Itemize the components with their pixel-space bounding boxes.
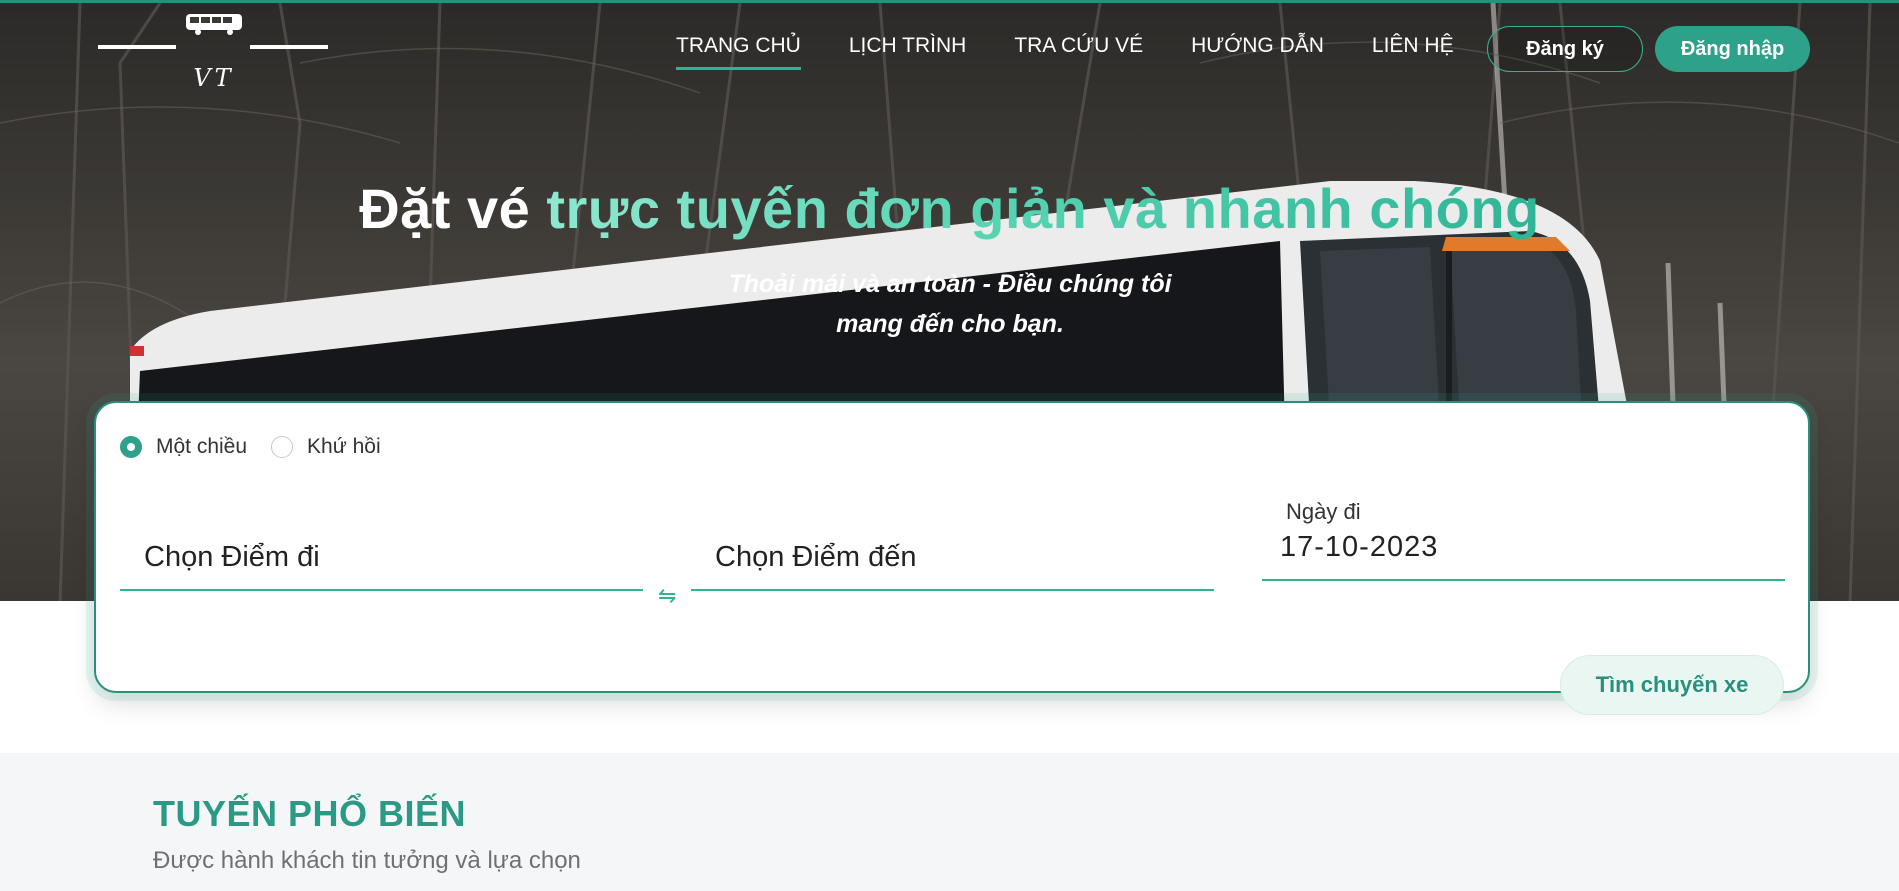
bus-icon bbox=[186, 14, 242, 35]
from-field[interactable]: Chọn Điểm đi bbox=[120, 531, 643, 591]
swap-arrows-icon[interactable]: ⇋ bbox=[658, 583, 676, 609]
popular-routes-section: TUYẾN PHỔ BIẾN Được hành khách tin tưởng… bbox=[0, 753, 1899, 891]
logo-line-right bbox=[250, 45, 328, 49]
nav-contact[interactable]: LIÊN HỆ bbox=[1372, 34, 1454, 70]
register-button[interactable]: Đăng ký bbox=[1487, 26, 1643, 72]
login-button[interactable]: Đăng nhập bbox=[1655, 26, 1810, 72]
trip-type-group: Một chiều Khứ hồi bbox=[120, 435, 405, 459]
headline-white: Đặt vé bbox=[359, 177, 547, 240]
date-field[interactable]: 17-10-2023 bbox=[1262, 515, 1785, 581]
nav-ticket-lookup[interactable]: TRA CỨU VÉ bbox=[1014, 34, 1143, 70]
nav-home[interactable]: TRANG CHỦ bbox=[676, 34, 801, 70]
nav-guide[interactable]: HƯỚNG DẪN bbox=[1191, 34, 1324, 70]
brand-logo[interactable]: VT bbox=[98, 8, 328, 98]
search-card: Một chiều Khứ hồi Chọn Điểm đi ⇋ Chọn Đi… bbox=[94, 401, 1810, 715]
radio-one-way-label[interactable]: Một chiều bbox=[156, 435, 247, 459]
logo-text: VT bbox=[193, 64, 235, 92]
hero-subtitle: Thoải mái và an toàn - Điều chúng tôi ma… bbox=[728, 270, 1172, 338]
from-placeholder: Chọn Điểm đi bbox=[144, 541, 320, 573]
section-title: TUYẾN PHỔ BIẾN bbox=[153, 793, 467, 834]
to-placeholder: Chọn Điểm đến bbox=[715, 541, 917, 573]
main-nav: TRANG CHỦ LỊCH TRÌNH TRA CỨU VÉ HƯỚNG DẪ… bbox=[676, 34, 1502, 70]
find-trip-button[interactable]: Tìm chuyến xe bbox=[1560, 655, 1784, 715]
radio-one-way[interactable] bbox=[120, 436, 142, 458]
radio-round-trip-label[interactable]: Khứ hồi bbox=[307, 435, 381, 459]
logo-line-left bbox=[98, 45, 176, 49]
section-subtitle: Được hành khách tin tưởng và lựa chọn bbox=[153, 847, 581, 874]
hero-headline: Đặt vé trực tuyến đơn giản và nhanh chón… bbox=[0, 176, 1899, 241]
date-value: 17-10-2023 bbox=[1280, 531, 1439, 563]
headline-green: trực tuyến đơn giản và nhanh chóng bbox=[546, 177, 1540, 240]
nav-schedule[interactable]: LỊCH TRÌNH bbox=[849, 34, 966, 70]
radio-round-trip[interactable] bbox=[271, 436, 294, 458]
to-field[interactable]: Chọn Điểm đến bbox=[691, 531, 1214, 591]
